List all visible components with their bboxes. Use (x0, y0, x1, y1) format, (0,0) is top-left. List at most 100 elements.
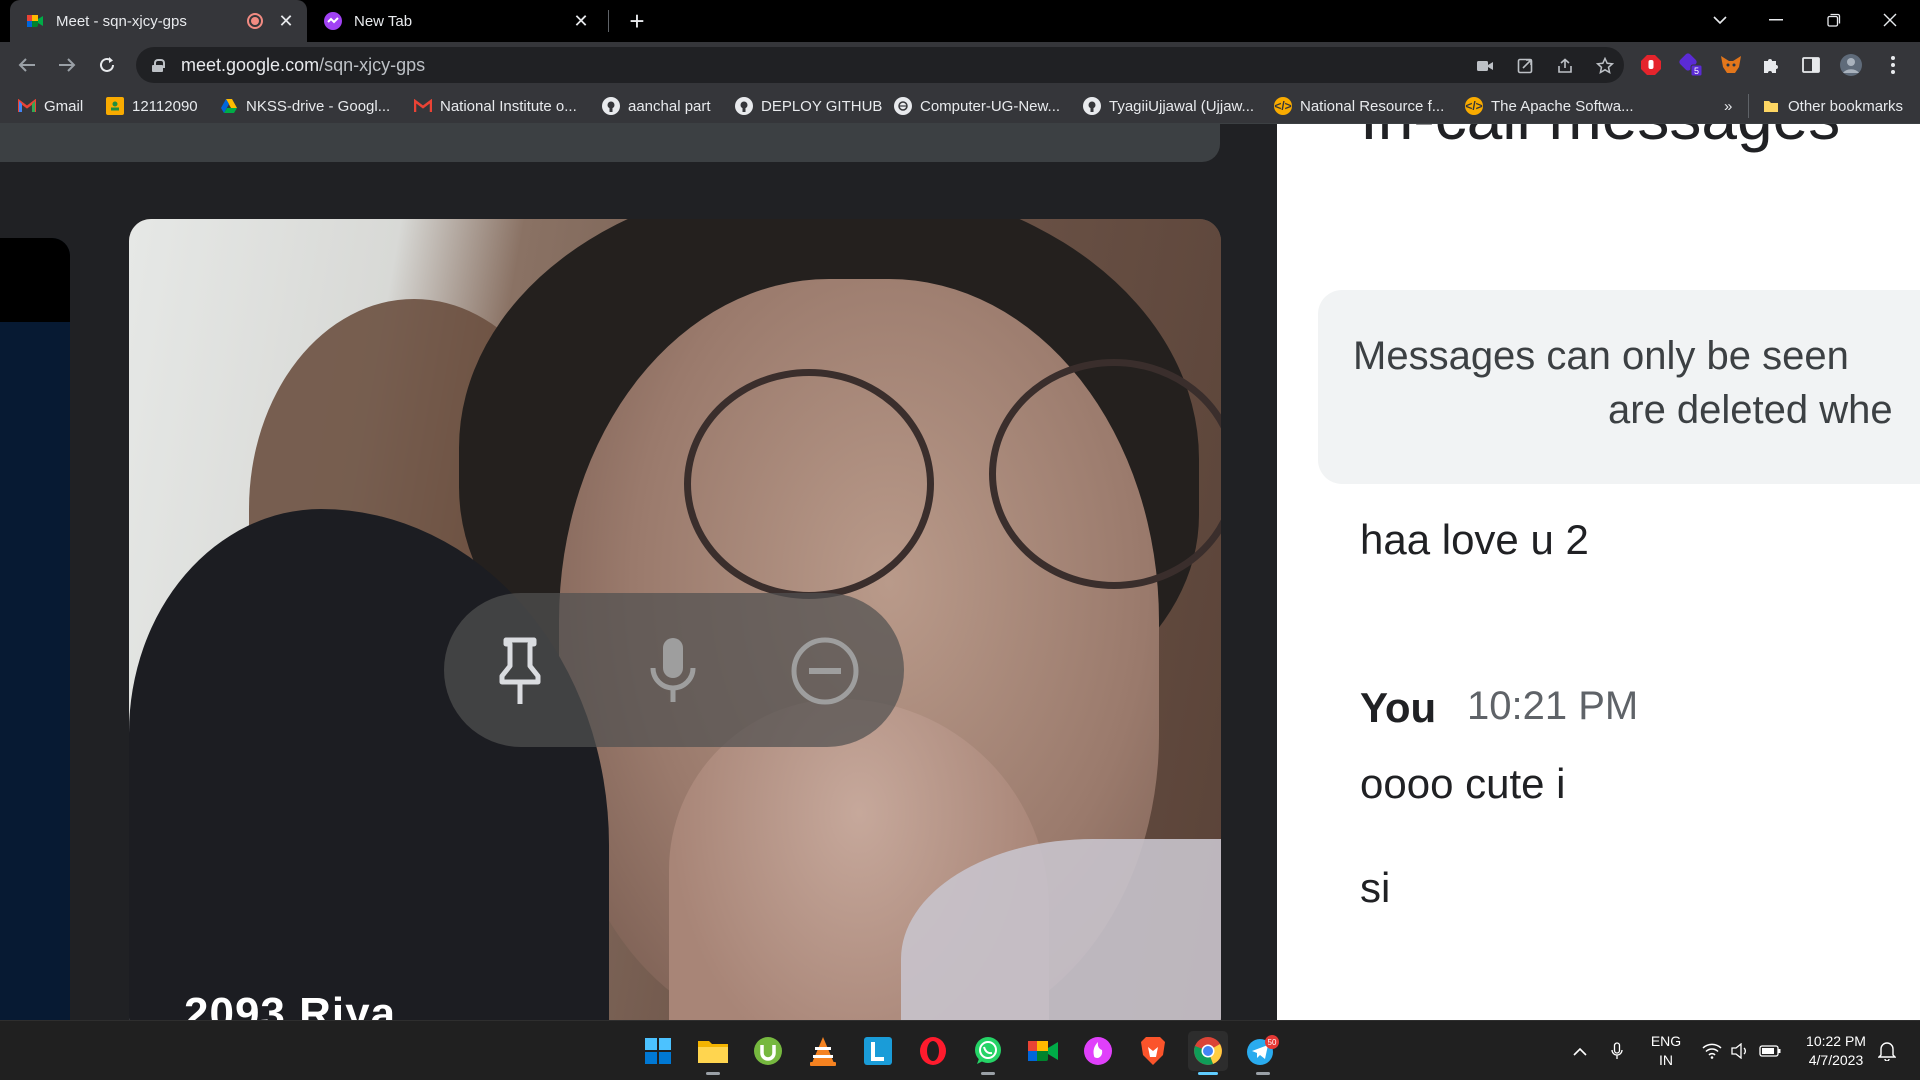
volume-status[interactable] (1728, 1021, 1752, 1080)
reload-button[interactable] (92, 50, 122, 80)
whatsapp-button[interactable] (968, 1031, 1008, 1075)
chat-timestamp: 10:21 PM (1467, 684, 1639, 728)
svg-text:50: 50 (1268, 1038, 1277, 1047)
bookmark-tyagiiujjawal[interactable]: TyagiiUjjawal (Ujjaw... (1083, 94, 1254, 118)
close-window-button[interactable] (1862, 0, 1918, 40)
tile-hover-controls (444, 593, 904, 747)
remove-participant-button[interactable] (789, 635, 861, 707)
bookmark-label: The Apache Softwa... (1491, 97, 1634, 115)
microphone-status-button[interactable] (1605, 1021, 1629, 1080)
browser-toolbar: meet.google.com/sqn-xjcy-gps 5 (0, 42, 1920, 88)
utorrent-icon (754, 1037, 782, 1065)
wifi-status[interactable] (1700, 1021, 1724, 1080)
minimize-button[interactable] (1748, 0, 1804, 40)
opera-button[interactable] (913, 1031, 953, 1071)
contact-card-icon (106, 97, 124, 115)
adblock-extension-icon[interactable] (1638, 52, 1664, 78)
bookmark-aanchal-part[interactable]: aanchal part (602, 94, 711, 118)
close-tab-icon[interactable]: ✕ (275, 10, 297, 32)
input-language-indicator[interactable]: ENG IN (1640, 1021, 1692, 1080)
browser-tab-strip: Meet - sqn-xjcy-gps ✕ New Tab ✕ + (0, 0, 1920, 42)
address-bar[interactable]: meet.google.com/sqn-xjcy-gps (136, 47, 1624, 83)
pink-app-button[interactable] (1078, 1031, 1118, 1071)
code-icon: </> (1465, 97, 1483, 115)
share-icon[interactable] (1554, 55, 1576, 77)
new-tab-favicon-icon (324, 12, 342, 30)
open-in-window-icon[interactable] (1514, 55, 1536, 77)
tab-meet[interactable]: Meet - sqn-xjcy-gps ✕ (10, 0, 307, 42)
bookmark-12112090[interactable]: 12112090 (106, 94, 198, 118)
language-text: ENG IN (1650, 1033, 1682, 1068)
tab-title: Meet - sqn-xjcy-gps (56, 12, 187, 30)
chrome-menu-icon[interactable] (1880, 52, 1906, 78)
side-panel-icon[interactable] (1798, 52, 1824, 78)
drive-icon (220, 97, 238, 115)
clock[interactable]: 10:22 PM 4/7/2023 (1796, 1021, 1876, 1080)
metamask-extension-icon[interactable] (1718, 52, 1744, 78)
tab-separator (608, 10, 609, 32)
bookmark-computer-ug[interactable]: Computer-UG-New... (894, 94, 1060, 118)
globe-icon (894, 97, 912, 115)
chrome-icon (1194, 1037, 1222, 1065)
speaker-icon (1731, 1043, 1746, 1059)
close-tab-icon[interactable]: ✕ (570, 10, 592, 32)
lock-icon (152, 58, 165, 72)
chat-message: oooo cute i (1360, 760, 1566, 807)
brave-button[interactable] (1133, 1031, 1173, 1071)
pin-button[interactable] (484, 635, 556, 707)
profile-avatar-icon[interactable] (1838, 52, 1864, 78)
bookmark-label: DEPLOY GITHUB (761, 97, 883, 115)
chrome-button[interactable] (1188, 1031, 1228, 1075)
github-icon (1083, 97, 1101, 115)
start-button[interactable] (638, 1031, 678, 1071)
participant-name: 2093 Riya (184, 989, 397, 1020)
forward-button[interactable] (52, 50, 82, 80)
github-icon (602, 97, 620, 115)
telegram-button[interactable]: 50 (1243, 1031, 1283, 1075)
extensions-puzzle-icon[interactable] (1758, 52, 1784, 78)
battery-status[interactable] (1756, 1021, 1784, 1080)
svg-text:5: 5 (1694, 66, 1699, 76)
screen: Meet - sqn-xjcy-gps ✕ New Tab ✕ + meet.g… (0, 0, 1920, 1080)
camera-in-use-icon[interactable] (1474, 55, 1496, 77)
bookmark-star-icon[interactable] (1594, 55, 1616, 77)
bookmark-gmail[interactable]: Gmail (18, 94, 83, 118)
new-tab-button[interactable]: + (622, 6, 652, 36)
meet-stage: 2093 Riya (0, 124, 1277, 1020)
meet-favicon-icon (26, 12, 44, 30)
bookmark-nkss-drive[interactable]: NKSS-drive - Googl... (220, 94, 390, 118)
bookmark-deploy-github[interactable]: DEPLOY GITHUB (735, 94, 882, 118)
bookmarks-divider (1748, 94, 1749, 118)
vlc-button[interactable] (803, 1031, 843, 1071)
bookmark-label: aanchal part (628, 97, 711, 115)
notifications-button[interactable] (1872, 1021, 1902, 1080)
bookmark-label: Gmail (44, 97, 84, 115)
participant-video-tile[interactable]: 2093 Riya (129, 219, 1221, 1020)
tab-new-tab[interactable]: New Tab ✕ (312, 0, 602, 42)
clock-text: 10:22 PM 4/7/2023 (1806, 1033, 1866, 1068)
tab-search-icon[interactable] (1692, 0, 1748, 40)
file-explorer-button[interactable] (693, 1031, 733, 1075)
meet-button[interactable] (1023, 1031, 1063, 1071)
utorrent-button[interactable] (748, 1031, 788, 1071)
video-glasses-left (684, 369, 934, 599)
bookmark-national-resource[interactable]: </> National Resource f... (1274, 94, 1444, 118)
meet-top-bar (0, 124, 1220, 162)
notice-line-2: are deleted whe (1608, 388, 1893, 432)
restore-button[interactable] (1806, 0, 1862, 40)
other-bookmarks-folder[interactable]: Other bookmarks (1762, 94, 1903, 118)
pin-icon (499, 637, 541, 704)
purple-extension-icon[interactable]: 5 (1678, 52, 1704, 78)
video-glasses-right (989, 359, 1221, 589)
back-button[interactable] (12, 50, 42, 80)
l-app-button[interactable] (858, 1031, 898, 1071)
bookmark-apache[interactable]: </> The Apache Softwa... (1465, 94, 1634, 118)
bookmark-national-institute[interactable]: National Institute o... (414, 94, 577, 118)
meet-icon (1028, 1041, 1058, 1061)
bookmarks-overflow-button[interactable]: » (1724, 94, 1732, 118)
code-icon: </> (1274, 97, 1292, 115)
participant-tile-partial[interactable] (0, 238, 70, 1020)
mute-participant-button[interactable] (637, 635, 709, 707)
battery-icon (1759, 1045, 1781, 1057)
show-hidden-icons-button[interactable] (1568, 1021, 1592, 1080)
